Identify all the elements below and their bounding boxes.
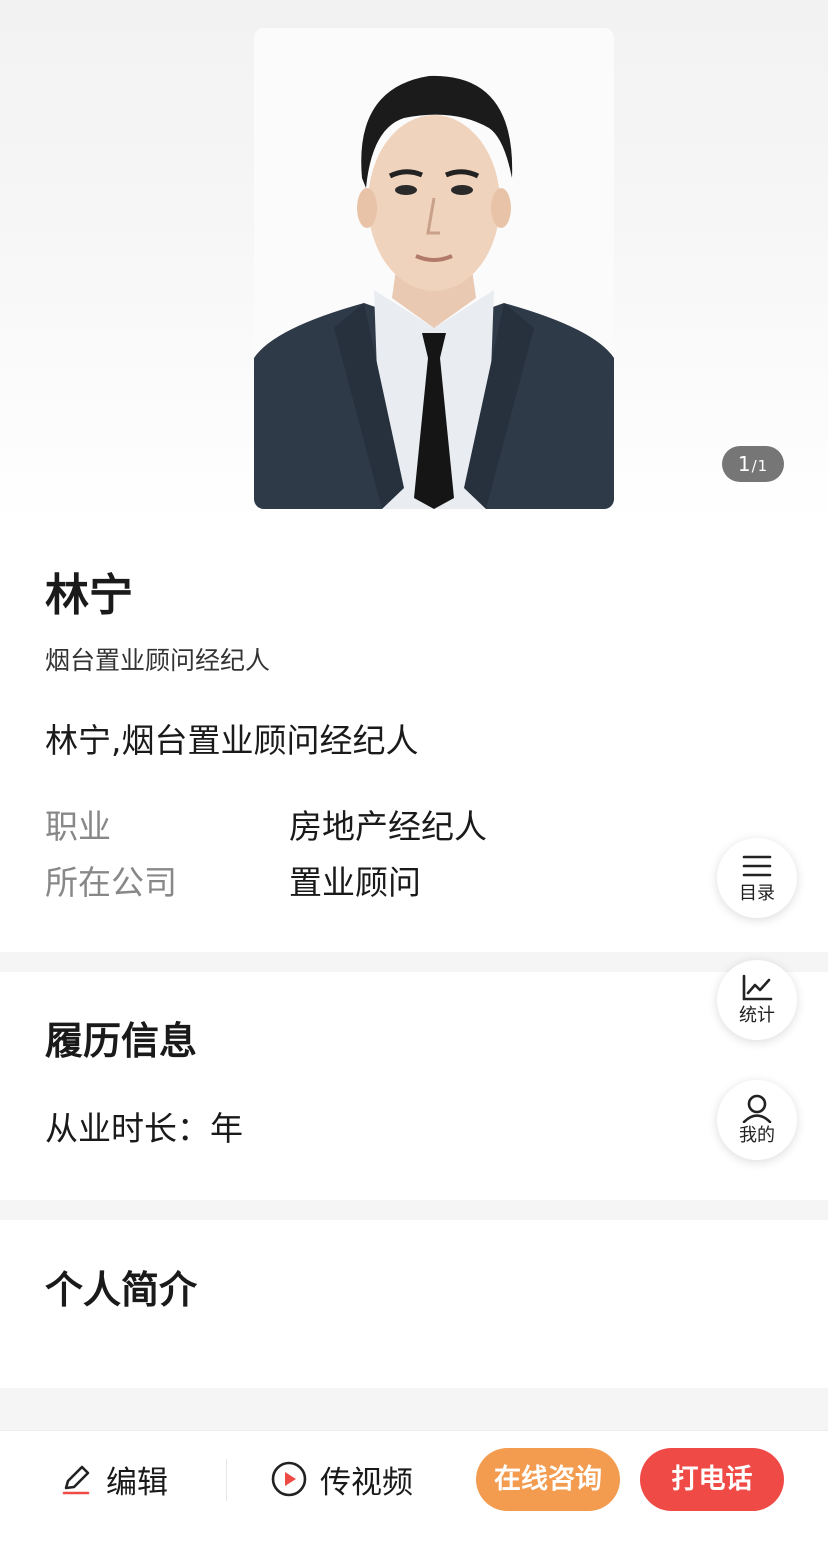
agent-headline: 林宁,烟台置业顾问经纪人	[45, 721, 419, 760]
profile-photo[interactable]	[254, 28, 614, 509]
experience-value: 年	[210, 1109, 243, 1148]
field-label: 职业	[45, 807, 111, 846]
mine-button[interactable]: 我的	[717, 1080, 797, 1160]
intro-card: 个人简介	[0, 1220, 828, 1388]
photo-gallery[interactable]: 1/1	[0, 0, 828, 528]
stats-button[interactable]: 统计	[717, 960, 797, 1040]
catalog-label: 目录	[739, 883, 775, 904]
profile-info-card: 林宁 烟台置业顾问经纪人 林宁,烟台置业顾问经纪人 职业 房地产经纪人 所在公司…	[0, 528, 828, 952]
chart-icon	[742, 974, 773, 1001]
field-value: 置业顾问	[289, 863, 421, 902]
edit-button[interactable]: 编辑	[58, 1431, 168, 1527]
field-occupation: 职业 房地产经纪人	[45, 804, 645, 850]
agent-subtitle: 烟台置业顾问经纪人	[45, 646, 271, 675]
counter-total: 1	[757, 457, 769, 475]
field-label: 所在公司	[45, 863, 177, 902]
play-circle-icon	[271, 1461, 307, 1497]
agent-name: 林宁	[45, 570, 133, 621]
field-company: 所在公司 置业顾问	[45, 860, 645, 906]
experience-label: 从业时长：	[45, 1109, 210, 1148]
call-button[interactable]: 打电话	[640, 1448, 784, 1511]
resume-title: 履历信息	[45, 1019, 198, 1063]
counter-current: 1	[737, 452, 752, 476]
stats-label: 统计	[739, 1005, 775, 1026]
resume-card: 履历信息 从业时长：年	[0, 972, 828, 1200]
online-consult-button[interactable]: 在线咨询	[476, 1448, 620, 1511]
menu-icon	[742, 855, 772, 877]
bottom-action-bar: 编辑 传视频 在线咨询 打电话	[0, 1430, 828, 1545]
field-value: 房地产经纪人	[289, 807, 487, 846]
user-icon	[742, 1094, 772, 1123]
pencil-icon	[62, 1465, 90, 1495]
mine-label: 我的	[739, 1125, 775, 1146]
bar-divider	[226, 1459, 227, 1501]
upload-video-button[interactable]: 传视频	[270, 1431, 413, 1527]
intro-title: 个人简介	[45, 1268, 198, 1312]
edit-label: 编辑	[106, 1464, 168, 1501]
experience-line: 从业时长：年	[45, 1106, 243, 1152]
photo-counter: 1/1	[722, 446, 784, 482]
catalog-button[interactable]: 目录	[717, 838, 797, 918]
video-label: 传视频	[320, 1464, 413, 1501]
